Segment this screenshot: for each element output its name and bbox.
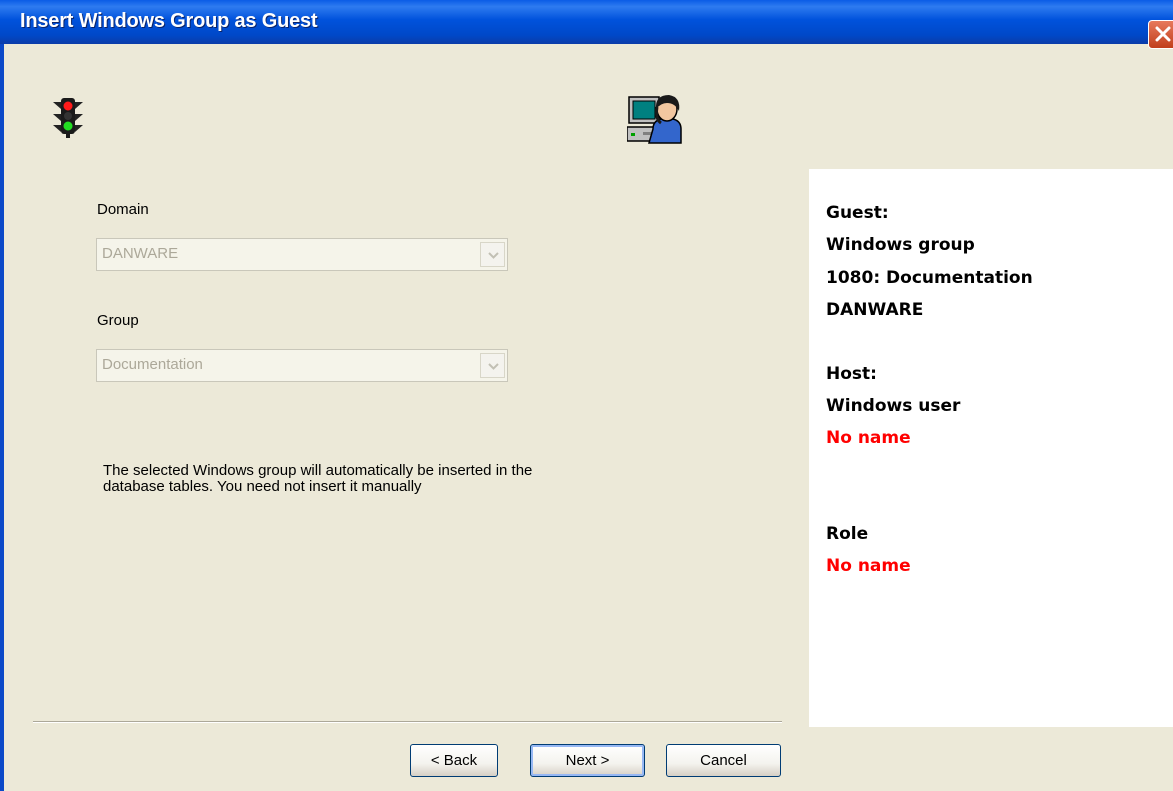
guest-name: 1080: Documentation: [826, 268, 1033, 288]
window-frame-left: [0, 44, 4, 791]
user-computer-icon: [627, 95, 682, 144]
insert-windows-group-dialog: Insert Windows Group as Guest Domain DAN…: [0, 0, 1173, 791]
group-dropdown-button[interactable]: [480, 353, 505, 378]
traffic-light-icon: [53, 98, 83, 138]
group-select[interactable]: Documentation: [96, 349, 508, 382]
guest-domain: DANWARE: [826, 300, 924, 320]
summary-panel: Guest: Windows group 1080: Documentation…: [809, 169, 1173, 727]
chevron-down-icon: [488, 363, 499, 370]
title-bar[interactable]: Insert Windows Group as Guest: [0, 0, 1173, 49]
domain-dropdown-button[interactable]: [480, 242, 505, 267]
host-name: No name: [826, 428, 911, 448]
back-button[interactable]: < Back: [410, 744, 498, 777]
next-button[interactable]: Next >: [530, 744, 645, 777]
host-heading: Host:: [826, 364, 877, 384]
group-label: Group: [97, 312, 139, 329]
info-text: The selected Windows group will automati…: [103, 462, 533, 495]
domain-select[interactable]: DANWARE: [96, 238, 508, 271]
cancel-button[interactable]: Cancel: [666, 744, 781, 777]
close-icon: [1155, 26, 1171, 42]
domain-select-value: DANWARE: [102, 245, 179, 262]
button-separator: [33, 721, 782, 723]
domain-label: Domain: [97, 201, 149, 218]
close-button[interactable]: [1148, 20, 1173, 49]
group-select-value: Documentation: [102, 356, 203, 373]
role-name: No name: [826, 556, 911, 576]
guest-heading: Guest:: [826, 203, 889, 223]
role-heading: Role: [826, 524, 869, 544]
guest-type: Windows group: [826, 235, 975, 255]
host-type: Windows user: [826, 396, 961, 416]
chevron-down-icon: [488, 252, 499, 259]
dialog-title: Insert Windows Group as Guest: [20, 10, 318, 32]
